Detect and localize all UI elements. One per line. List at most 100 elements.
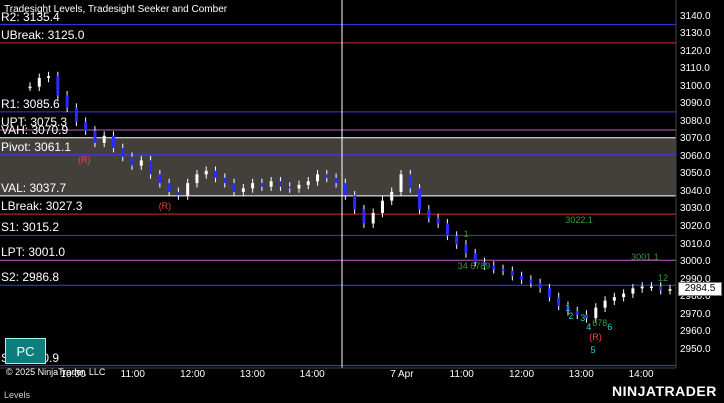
- time-tick-label: 13:00: [568, 369, 594, 380]
- price-bar-body: [74, 107, 78, 122]
- price-bar-body: [306, 181, 310, 185]
- price-tick-label: 3030.0: [680, 203, 711, 215]
- price-bar-body: [102, 135, 106, 143]
- price-tick-label: 2950.0: [680, 343, 711, 355]
- price-tick-label: 3120.0: [680, 45, 711, 57]
- chart-annotation: 2: [568, 311, 574, 322]
- price-bar-body: [260, 183, 264, 187]
- chart-annotation: 34 6789: [457, 260, 491, 271]
- price-bar-body: [631, 288, 635, 294]
- price-bar-body: [186, 183, 190, 196]
- price-bar-body: [251, 183, 255, 189]
- level-label: R1: 3085.6: [1, 96, 60, 111]
- price-bar-body: [241, 188, 245, 192]
- level-label: LBreak: 3027.3: [1, 199, 83, 214]
- price-bar-body: [343, 183, 347, 196]
- price-bar-body: [353, 195, 357, 210]
- level-label: VAL: 3037.7: [1, 180, 67, 195]
- price-bar-body: [334, 177, 338, 184]
- price-tick-label: 3070.0: [680, 133, 711, 145]
- price-bar-body: [371, 212, 375, 224]
- copyright-text: © 2025 NinjaTrader, LLC: [6, 367, 106, 377]
- price-tick-label: 3130.0: [680, 28, 711, 40]
- price-bar-body: [232, 183, 236, 192]
- price-bar-body: [399, 174, 403, 192]
- level-label: S1: 3015.2: [1, 220, 60, 235]
- chart-annotation: 6: [607, 321, 613, 332]
- price-bar-body: [362, 209, 366, 224]
- price-bar-body: [149, 160, 153, 175]
- price-tick-label: 3100.0: [680, 80, 711, 92]
- price-bar-body: [455, 235, 459, 245]
- time-tick-label: 14:00: [628, 369, 654, 380]
- price-bar-body: [427, 209, 431, 219]
- price-bar-body: [510, 270, 514, 277]
- chart-annotation: (R): [158, 200, 172, 211]
- last-price-marker: 2984.5: [678, 282, 722, 297]
- price-bar-body: [594, 307, 598, 319]
- price-bar-body: [65, 95, 69, 108]
- price-tick-label: 3140.0: [680, 10, 711, 22]
- price-bar-body: [501, 269, 505, 271]
- price-bar-body: [204, 170, 208, 175]
- price-bar-body: [111, 135, 115, 149]
- chart-annotation: 5: [590, 344, 596, 355]
- price-bar-body: [622, 293, 626, 298]
- price-tick-label: 2960.0: [680, 326, 711, 338]
- price-bar-body: [464, 244, 468, 254]
- time-tick-label: 13:00: [239, 369, 265, 380]
- price-bar-body: [520, 276, 524, 280]
- price-bar-body: [158, 174, 162, 184]
- time-tick-label: 12:00: [508, 369, 535, 380]
- price-tick-label: 3020.0: [680, 220, 711, 232]
- price-tick-label: 3040.0: [680, 185, 711, 197]
- price-bar-body: [316, 174, 320, 182]
- level-label: S2: 2986.8: [1, 270, 60, 285]
- price-tick-label: 3050.0: [680, 168, 711, 180]
- price-bar-body: [547, 288, 551, 298]
- chart-annotation: 678: [592, 318, 608, 329]
- level-label: R2: 3135.4: [1, 9, 60, 24]
- price-bar-body: [649, 286, 653, 289]
- chart-annotation: 4: [586, 321, 592, 332]
- price-bar-body: [47, 76, 51, 78]
- price-bar-body: [297, 184, 301, 189]
- price-bar-body: [408, 174, 412, 189]
- price-bar-body: [195, 174, 199, 184]
- value-area-band: [0, 137, 676, 196]
- price-bar-body: [445, 223, 449, 236]
- price-bar-body: [640, 286, 644, 289]
- price-bar-body: [288, 186, 292, 189]
- value-area-rect: [0, 137, 676, 196]
- level-label: UBreak: 3125.0: [1, 27, 85, 42]
- ninjatrader-logo: NINJATRADER: [612, 383, 717, 399]
- price-bar-body: [538, 283, 542, 289]
- price-bar-body: [612, 297, 616, 301]
- price-bar-body: [84, 121, 88, 131]
- chart-annotation: 3001.1: [631, 251, 659, 262]
- price-bar-body: [121, 148, 125, 157]
- price-bar-body: [130, 156, 134, 166]
- price-bar-body: [214, 170, 218, 178]
- pc-button[interactable]: PC: [5, 338, 46, 364]
- time-tick-label: 7 Apr: [390, 369, 414, 380]
- chart-annotation: 12: [658, 272, 669, 283]
- price-bar-body: [176, 191, 180, 196]
- price-chart[interactable]: [0, 0, 724, 403]
- price-bar-body: [418, 188, 422, 210]
- price-bar-body: [37, 77, 41, 87]
- price-bar-body: [603, 300, 607, 308]
- price-bar-body: [325, 174, 329, 178]
- price-bar-body: [529, 279, 533, 284]
- price-bar-body: [390, 191, 394, 201]
- price-tick-label: 3110.0: [680, 63, 710, 75]
- chart-annotation: 3022.1: [565, 214, 593, 225]
- price-tick-label: 2970.0: [680, 308, 711, 320]
- price-bar-body: [139, 160, 143, 166]
- chart-annotation: (R): [589, 332, 602, 343]
- price-bar-body: [223, 177, 227, 184]
- price-bar-body: [492, 265, 496, 270]
- price-bar-body: [28, 86, 32, 89]
- price-bar-body: [93, 130, 97, 143]
- level-label: LPT: 3001.0: [1, 245, 66, 260]
